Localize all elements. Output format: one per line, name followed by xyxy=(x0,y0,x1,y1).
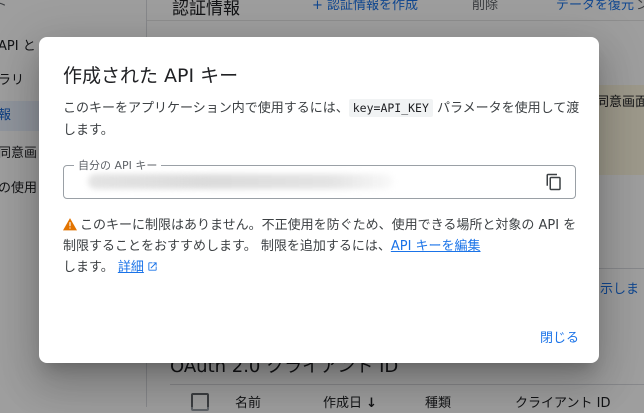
api-key-param-code: key=API_KEY xyxy=(348,99,433,117)
warning-text: このキーに制限はありません。不正使用を防ぐため、使用できる場所と対象の API … xyxy=(63,218,577,254)
close-button[interactable]: 閉じる xyxy=(540,327,579,346)
details-link-label: 詳細 xyxy=(117,260,144,275)
api-key-field-label: 自分の API キー xyxy=(74,157,162,173)
api-key-value-redacted[interactable] xyxy=(88,174,393,189)
warning-after-link: します。 xyxy=(63,260,114,275)
description-prefix: このキーをアプリケーション内で使用するには、 xyxy=(63,101,349,116)
warning-icon xyxy=(63,217,77,231)
api-key-dialog: 作成された API キー このキーをアプリケーション内で使用するには、 key=A… xyxy=(39,37,599,363)
dialog-description: このキーをアプリケーション内で使用するには、 key=API_KEY パラメータを… xyxy=(63,97,583,142)
external-link-icon[interactable] xyxy=(147,258,158,271)
unrestricted-warning: このキーに制限はありません。不正使用を防ぐため、使用できる場所と対象の API … xyxy=(63,215,583,278)
copy-icon[interactable] xyxy=(545,173,563,191)
details-link[interactable]: 詳細 xyxy=(118,260,144,275)
dialog-title: 作成された API キー xyxy=(63,65,239,87)
edit-api-key-link[interactable]: API キーを編集 xyxy=(391,239,481,254)
api-key-field[interactable]: 自分の API キー xyxy=(63,157,576,199)
